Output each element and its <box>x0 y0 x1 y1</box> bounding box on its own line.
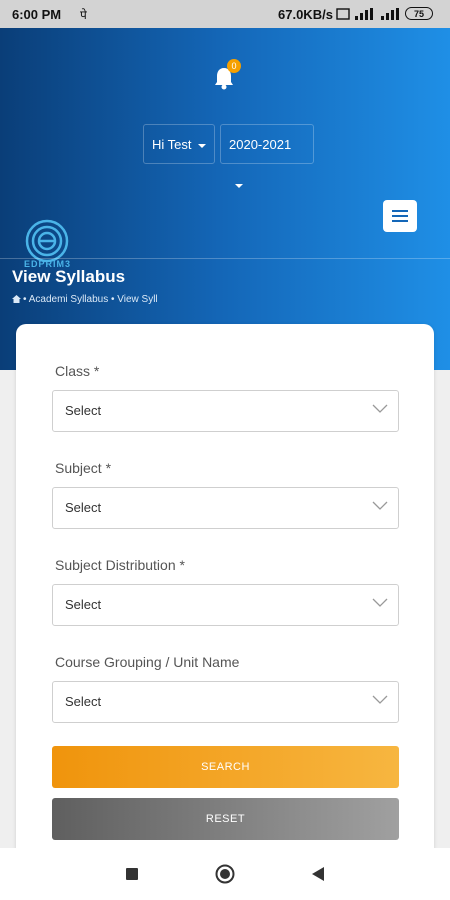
home-icon[interactable] <box>12 295 21 304</box>
subject-distribution-label: Subject Distribution * <box>55 557 185 573</box>
year-dropdown-label: 2020-2021 <box>229 137 292 152</box>
user-dropdown-label: Hi Test <box>152 137 192 152</box>
notification-badge: 0 <box>227 59 241 73</box>
recents-icon[interactable] <box>126 868 138 880</box>
battery-icon: 75 <box>405 7 433 20</box>
subject-distribution-select-value: Select <box>65 597 102 612</box>
course-grouping-select[interactable]: Select <box>52 681 399 723</box>
page-title: View Syllabus <box>12 267 126 286</box>
back-icon[interactable] <box>311 866 325 882</box>
breadcrumb-text: • Academi Syllabus • View Syll <box>23 294 158 305</box>
caret-down-icon <box>197 143 206 148</box>
chevron-down-icon <box>372 501 388 510</box>
menu-icon <box>392 210 408 212</box>
breadcrumb: • Academi Syllabus • View Syll <box>12 294 158 305</box>
chevron-down-icon <box>372 695 388 704</box>
subject-distribution-select[interactable]: Select <box>52 584 399 626</box>
year-dropdown[interactable]: 2020-2021 <box>220 124 314 188</box>
reset-button[interactable]: RESET <box>52 798 399 840</box>
class-select[interactable]: Select <box>52 390 399 432</box>
user-dropdown[interactable]: Hi Test <box>143 124 215 164</box>
network-speed: 67.0KB/s <box>278 7 333 22</box>
home-nav-icon[interactable] <box>215 864 235 884</box>
sim-icon <box>336 8 350 20</box>
caret-down-icon <box>235 183 243 188</box>
course-grouping-select-value: Select <box>65 694 102 709</box>
course-grouping-label: Course Grouping / Unit Name <box>55 654 240 670</box>
header: 0 Hi Test 2020-2021 EDPRIM3 <box>0 28 450 370</box>
signal-icon <box>355 8 373 20</box>
header-divider <box>0 258 450 259</box>
signal-icon <box>381 8 399 20</box>
status-bar: 6:00 PM पे 67.0KB/s 75 <box>0 0 450 28</box>
class-label: Class * <box>55 363 100 379</box>
subject-select-value: Select <box>65 500 102 515</box>
search-button[interactable]: SEARCH <box>52 746 399 788</box>
status-time: 6:00 PM <box>12 7 62 22</box>
status-notification-glyph: पे <box>80 8 87 22</box>
chevron-down-icon <box>372 598 388 607</box>
subject-label: Subject * <box>55 460 112 476</box>
menu-button[interactable] <box>383 200 417 232</box>
class-select-value: Select <box>65 403 102 418</box>
system-nav-bar <box>0 848 450 900</box>
chevron-down-icon <box>372 404 388 413</box>
subject-select[interactable]: Select <box>52 487 399 529</box>
